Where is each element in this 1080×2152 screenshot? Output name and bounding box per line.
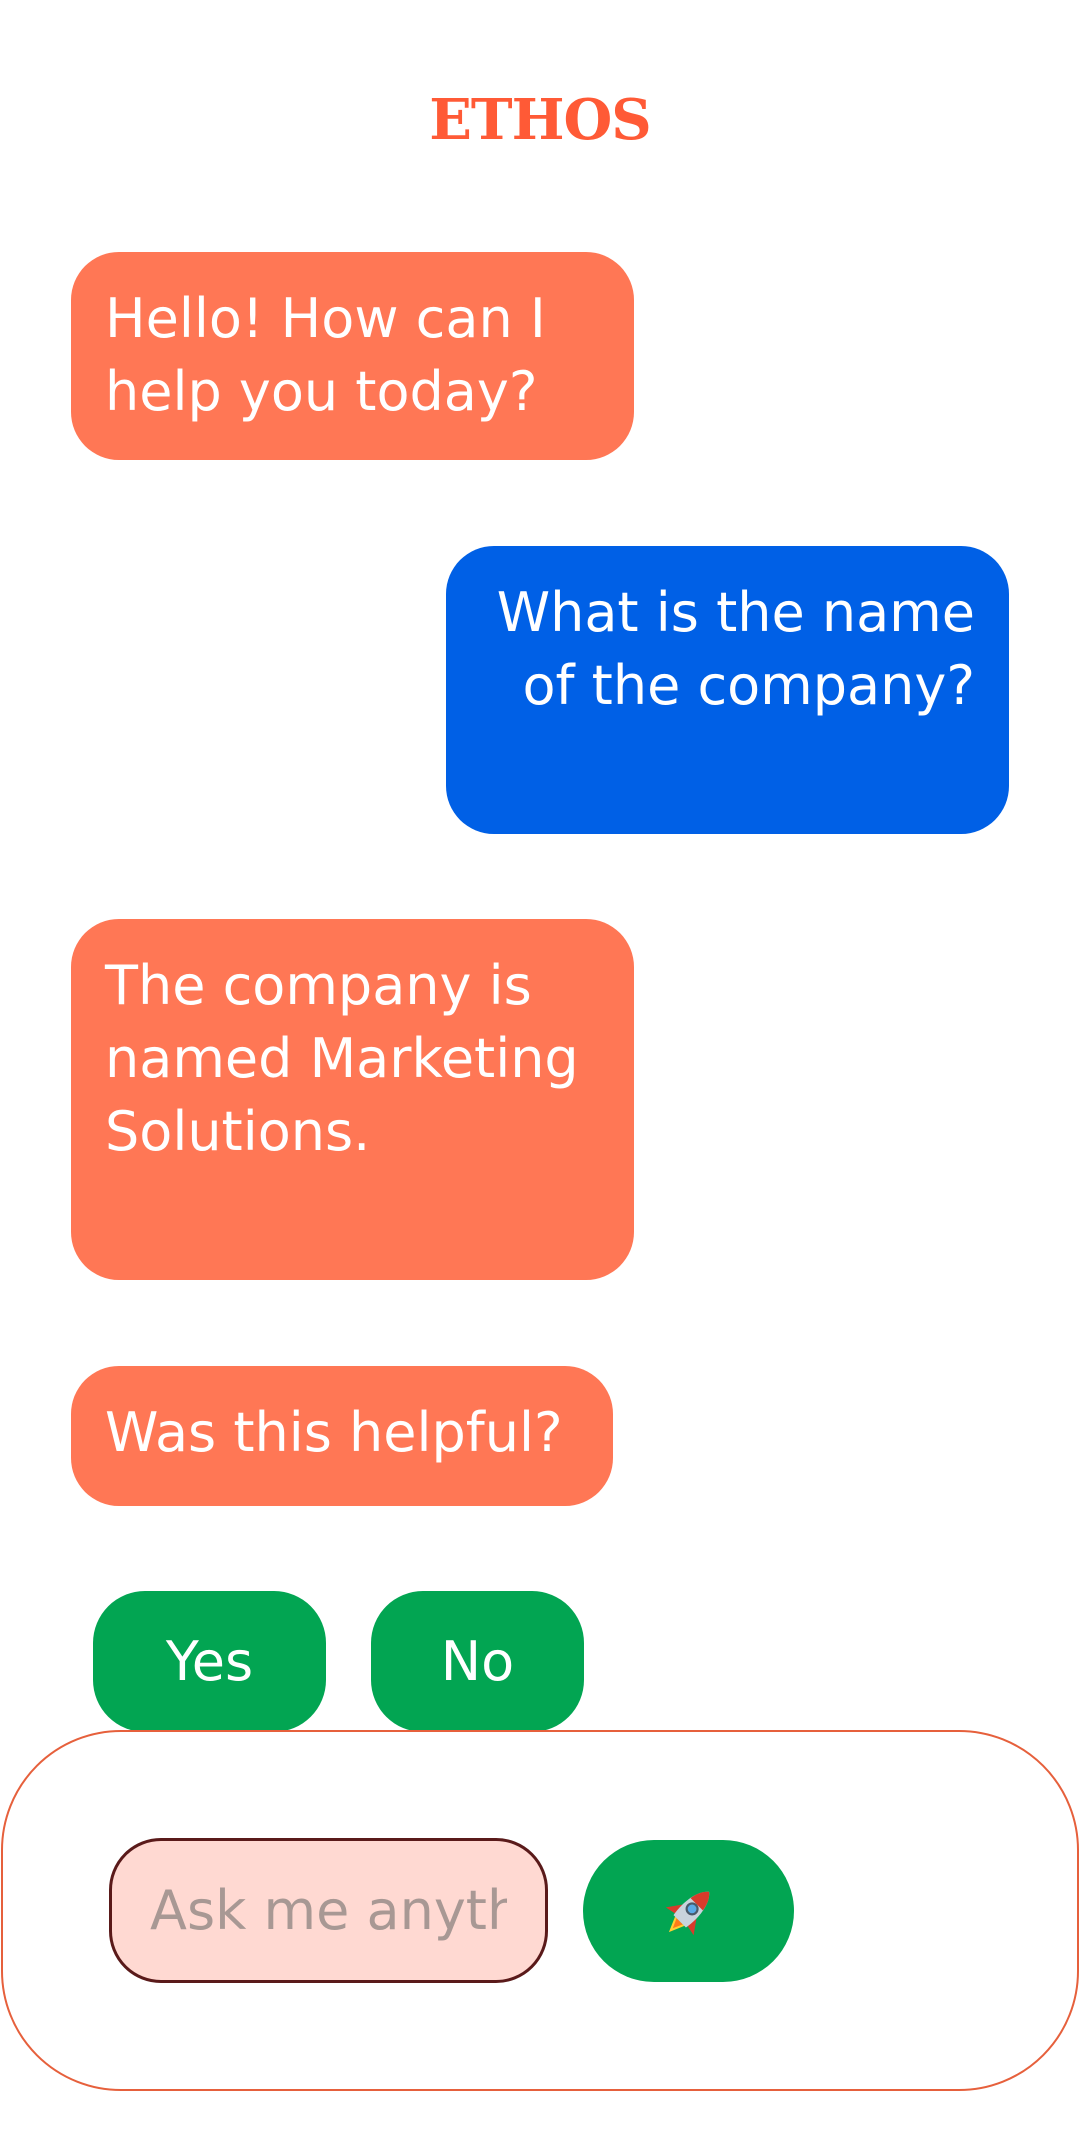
bot-message: The company is named Marketing Solutions… [71,919,634,1280]
bot-message: Hello! How can I help you today? [71,252,634,460]
feedback-no-button[interactable]: No [371,1591,584,1732]
chat-input[interactable] [109,1838,548,1983]
bot-message-feedback-prompt: Was this helpful? [71,1366,613,1506]
brand-logo: ETHOS [429,87,652,153]
feedback-yes-button[interactable]: Yes [93,1591,326,1732]
user-message: What is the name of the company? [446,546,1009,834]
rocket-icon [665,1891,710,1936]
send-button[interactable] [583,1840,794,1982]
